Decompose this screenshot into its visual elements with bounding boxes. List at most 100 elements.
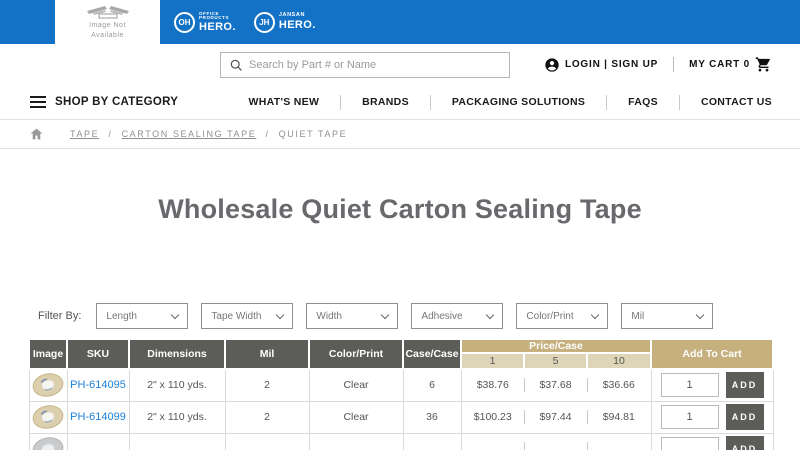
chevron-down-icon — [591, 310, 600, 319]
open-box-icon — [86, 6, 129, 19]
nav-contact-us[interactable]: CONTACT US — [680, 96, 772, 108]
cell-case-case — [402, 432, 462, 450]
filter-row: Filter By: Length Tape Width Width Adhes… — [0, 303, 800, 329]
site-logo[interactable]: Image Not Available — [55, 0, 160, 44]
account-area: LOGIN | SIGN UP MY CART 0 — [544, 44, 772, 85]
search-input[interactable] — [249, 59, 501, 71]
search-box — [220, 52, 510, 78]
nav-faqs[interactable]: FAQS — [607, 96, 679, 108]
filter-adhesive[interactable]: Adhesive — [411, 303, 504, 329]
col-color-print: Color/Print — [308, 338, 404, 370]
product-image[interactable] — [30, 404, 67, 430]
add-button[interactable]: ADD — [725, 404, 764, 430]
cell-price-10: $94.81 — [587, 400, 652, 434]
tier-10: 10 — [585, 352, 653, 370]
cell-dimensions: 2" x 110 yds. — [128, 400, 226, 434]
col-price-case: Price/Case — [459, 338, 653, 354]
quantity-input[interactable] — [660, 373, 719, 398]
login-signup-link[interactable]: LOGIN | SIGN UP — [544, 57, 658, 73]
cell-mil — [224, 432, 310, 450]
cell-dimensions: 2" x 110 yds. — [128, 368, 226, 402]
cell-mil: 2 — [224, 368, 310, 402]
cell-price-5 — [524, 432, 587, 450]
jansan-line2: HERO. — [278, 18, 316, 31]
col-image: Image — [28, 338, 68, 370]
cell-price-10: $36.66 — [587, 368, 652, 402]
breadcrumb: TAPE / CARTON SEALING TAPE / QUIET TAPE — [70, 129, 348, 139]
office-products-hero-logo[interactable]: OH OFFICE PRODUCTS HERO. — [174, 11, 236, 33]
product-image[interactable] — [30, 436, 67, 450]
quantity-input[interactable] — [660, 405, 719, 429]
filter-length[interactable]: Length — [96, 303, 189, 329]
sku-link[interactable]: PH-614095 — [70, 379, 126, 391]
cell-mil: 2 — [224, 400, 310, 434]
crumb-quiet-tape: QUIET TAPE — [278, 129, 348, 139]
crumb-carton-sealing-tape[interactable]: CARTON SEALING TAPE — [122, 129, 257, 139]
my-cart-label: MY CART 0 — [689, 59, 750, 70]
filter-mil[interactable]: Mil — [621, 303, 714, 329]
nav-brands[interactable]: BRANDS — [341, 96, 430, 108]
shop-by-category-label: SHOP BY CATEGORY — [55, 96, 179, 108]
table-row: ADD — [28, 432, 774, 450]
add-button[interactable]: ADD — [725, 372, 764, 399]
filter-by-label: Filter By: — [38, 310, 82, 322]
crumb-tape[interactable]: TAPE — [70, 129, 99, 139]
nav-whats-new[interactable]: WHAT'S NEW — [228, 96, 341, 108]
cell-case-case: 36 — [402, 400, 462, 434]
breadcrumb-bar: TAPE / CARTON SEALING TAPE / QUIET TAPE — [0, 119, 800, 149]
product-table: Image SKU Dimensions Mil Color/Print Cas… — [28, 338, 775, 450]
col-mil: Mil — [224, 338, 310, 370]
page-title: Wholesale Quiet Carton Sealing Tape — [158, 194, 642, 224]
nav-packaging-solutions[interactable]: PACKAGING SOLUTIONS — [431, 96, 606, 108]
sku-link[interactable]: PH-614099 — [70, 411, 126, 423]
cell-price-5: $37.68 — [524, 368, 587, 402]
tier-1: 1 — [460, 352, 525, 370]
cell-color-print: Clear — [308, 400, 404, 434]
add-button[interactable]: ADD — [725, 436, 764, 450]
user-icon — [545, 57, 559, 72]
header-row: LOGIN | SIGN UP MY CART 0 — [0, 44, 800, 85]
oph-badge: OH — [174, 11, 195, 33]
shop-by-category-button[interactable]: SHOP BY CATEGORY — [30, 93, 178, 111]
cell-price-1: $100.23 — [460, 400, 524, 434]
filter-tape-width[interactable]: Tape Width — [201, 303, 294, 329]
search-icon — [230, 59, 242, 71]
cart-icon — [755, 57, 770, 72]
filter-width[interactable]: Width — [306, 303, 399, 329]
chevron-down-icon — [486, 310, 495, 319]
hamburger-icon — [30, 93, 46, 111]
jansan-hero-logo[interactable]: JH JANSAN HERO. — [253, 11, 316, 33]
col-dimensions: Dimensions — [128, 338, 226, 370]
cell-dimensions — [128, 432, 226, 450]
my-cart-link[interactable]: MY CART 0 — [689, 56, 772, 73]
filter-color-print[interactable]: Color/Print — [516, 303, 609, 329]
jansan-line1: JANSAN — [278, 12, 306, 19]
chevron-down-icon — [171, 310, 180, 319]
account-divider — [673, 57, 675, 72]
cell-case-case: 6 — [402, 368, 462, 402]
nav-links: WHAT'S NEW BRANDS PACKAGING SOLUTIONS FA… — [228, 94, 772, 110]
tier-5: 5 — [523, 352, 588, 370]
cell-color-print — [308, 432, 404, 450]
oph-line3: HERO. — [199, 20, 236, 33]
cell-price-5: $97.44 — [524, 400, 587, 434]
login-signup-label: LOGIN | SIGN UP — [564, 59, 659, 70]
table-row: PH-614099 2" x 110 yds. 2 Clear 36 $100.… — [28, 400, 774, 434]
col-add-to-cart: Add To Cart — [650, 338, 775, 370]
cell-price-10 — [587, 432, 652, 450]
quantity-input[interactable] — [660, 437, 719, 450]
col-sku: SKU — [66, 338, 130, 370]
chevron-down-icon — [276, 310, 285, 319]
chevron-down-icon — [381, 310, 390, 319]
col-case-case: Case/Case — [402, 338, 462, 370]
oph-line2: PRODUCTS — [199, 15, 230, 20]
main-nav: SHOP BY CATEGORY WHAT'S NEW BRANDS PACKA… — [0, 85, 800, 119]
home-icon[interactable] — [30, 128, 43, 140]
image-not-available-label: Image Not Available — [89, 22, 126, 39]
product-image[interactable] — [30, 372, 67, 398]
chevron-down-icon — [696, 310, 705, 319]
cell-color-print: Clear — [308, 368, 404, 402]
table-row: PH-614095 2" x 110 yds. 2 Clear 6 $38.76… — [28, 368, 774, 402]
cell-price-1: $38.76 — [460, 368, 524, 402]
cell-price-1 — [460, 432, 524, 450]
